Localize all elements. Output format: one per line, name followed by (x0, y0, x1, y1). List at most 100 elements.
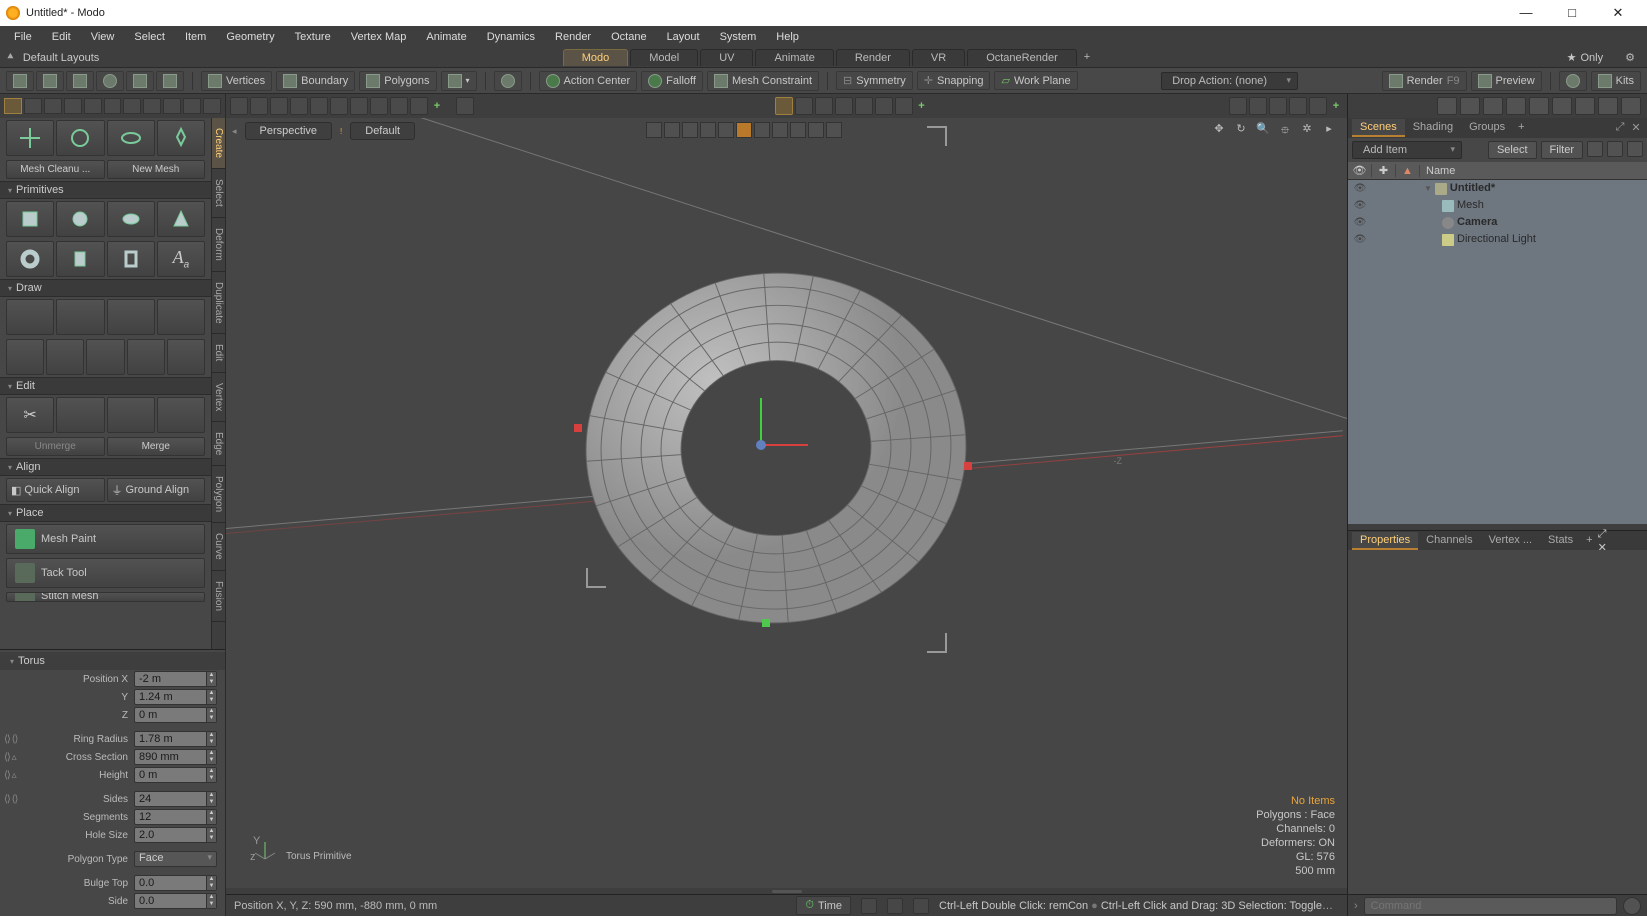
vtab-edit[interactable]: Edit (212, 334, 225, 372)
lh-icon[interactable] (24, 98, 42, 114)
unmerge-button[interactable]: Unmerge (6, 437, 105, 456)
vtab-edge[interactable]: Edge (212, 422, 225, 466)
pin-icon[interactable]: ⯅ (6, 51, 15, 64)
prop-input[interactable]: 1.78 m▲▼ (134, 731, 217, 747)
vp-icon[interactable] (330, 97, 348, 115)
nav-more-icon[interactable]: ▸ (1321, 122, 1337, 138)
grid-icon[interactable] (1607, 141, 1623, 157)
vp-icon[interactable] (310, 97, 328, 115)
vertices-button[interactable]: Vertices (201, 71, 272, 91)
status-icon[interactable] (861, 898, 877, 914)
ri-icon[interactable] (1529, 97, 1549, 115)
lh-icon[interactable] (64, 98, 82, 114)
vtab-vertex[interactable]: Vertex (212, 373, 225, 422)
section-primitives[interactable]: Primitives (0, 181, 211, 199)
vi-icon[interactable] (664, 122, 680, 138)
vtab-deform[interactable]: Deform (212, 218, 225, 272)
tool-center-icon[interactable] (126, 71, 154, 91)
vp-icon[interactable] (230, 97, 248, 115)
ri-icon[interactable] (1575, 97, 1595, 115)
tab-animate[interactable]: Animate (755, 49, 833, 66)
prop-input[interactable]: 0 m▲▼ (134, 707, 217, 723)
edit-delete-icon[interactable] (157, 397, 205, 433)
vtab-curve[interactable]: Curve (212, 523, 225, 571)
lh-icon[interactable] (143, 98, 161, 114)
lh-icon[interactable] (183, 98, 201, 114)
lh-icon[interactable] (203, 98, 221, 114)
transform-move-tool[interactable] (6, 120, 54, 156)
prim-sphere[interactable] (56, 201, 104, 237)
lh-icon[interactable] (163, 98, 181, 114)
viewport-camera-select[interactable]: Perspective (245, 122, 332, 140)
vp-prev-icon[interactable]: ◂ (232, 126, 237, 137)
lh-icon[interactable] (4, 98, 22, 114)
vi-icon[interactable] (826, 122, 842, 138)
transform-scale-tool[interactable] (107, 120, 155, 156)
selection-mode-icon[interactable]: ▾ (441, 71, 477, 91)
vtab-polygon[interactable]: Polygon (212, 466, 225, 523)
tree-row[interactable]: 👁Camera (1348, 214, 1647, 231)
tool-move-icon[interactable] (6, 71, 34, 91)
prop-input[interactable]: 2.0▲▼ (134, 827, 217, 843)
mesh-paint-button[interactable]: Mesh Paint (6, 524, 205, 554)
draw-bezier[interactable] (157, 299, 205, 335)
ground-align-button[interactable]: ⏚Ground Align (107, 478, 206, 502)
menu-dynamics[interactable]: Dynamics (477, 28, 545, 46)
stitch-mesh-button[interactable]: Stitch Mesh (6, 592, 205, 602)
render-button[interactable]: RenderF9 (1382, 71, 1467, 91)
prop-input[interactable]: 24▲▼ (134, 791, 217, 807)
vp-icon[interactable] (290, 97, 308, 115)
nav-focus-icon[interactable]: ⯐ (1277, 122, 1293, 138)
only-toggle[interactable]: ★Only (1559, 51, 1612, 64)
tab-uv[interactable]: UV (700, 49, 753, 66)
prop-dropdown[interactable]: Face (134, 851, 217, 867)
select-button[interactable]: Select (1488, 141, 1537, 159)
lh-icon[interactable] (104, 98, 122, 114)
expand-icon[interactable]: ⤢ (1598, 528, 1607, 541)
menu-system[interactable]: System (710, 28, 767, 46)
tree-row[interactable]: 👁Directional Light (1348, 231, 1647, 248)
vtab-duplicate[interactable]: Duplicate (212, 272, 225, 335)
draw-sketch[interactable] (56, 299, 104, 335)
prop-input[interactable]: 1.24 m▲▼ (134, 689, 217, 705)
vp-opt-icon[interactable] (1229, 97, 1247, 115)
tool-scale-icon[interactable] (66, 71, 94, 91)
ri-icon[interactable] (1598, 97, 1618, 115)
vp-icon[interactable] (390, 97, 408, 115)
tab-render[interactable]: Render (836, 49, 910, 66)
falloff-button[interactable]: Falloff (641, 71, 703, 91)
lh-icon[interactable] (123, 98, 141, 114)
section-place[interactable]: Place (0, 504, 211, 522)
draw-arc[interactable] (6, 339, 44, 375)
nav-zoom-icon[interactable]: 🔍 (1255, 122, 1271, 138)
action-center-button[interactable]: Action Center (539, 71, 638, 91)
vp-icon[interactable] (410, 97, 428, 115)
ri-icon[interactable] (1621, 97, 1641, 115)
preview-button[interactable]: Preview (1471, 71, 1542, 91)
menu-file[interactable]: File (4, 28, 42, 46)
new-mesh-button[interactable]: New Mesh (107, 160, 206, 179)
help-icon[interactable] (1559, 71, 1587, 91)
draw-rect[interactable] (86, 339, 124, 375)
vp-icon[interactable] (350, 97, 368, 115)
draw-ngon[interactable] (167, 339, 205, 375)
vi-icon-active[interactable] (736, 122, 752, 138)
tool-item-icon[interactable] (156, 71, 184, 91)
lh-icon[interactable] (84, 98, 102, 114)
nav-pan-icon[interactable]: ✥ (1211, 122, 1227, 138)
ri-icon[interactable] (1552, 97, 1572, 115)
tab-shading[interactable]: Shading (1405, 119, 1461, 137)
vp-icon[interactable] (250, 97, 268, 115)
filter-button[interactable]: Filter (1541, 141, 1583, 159)
tool-rotate-icon[interactable] (36, 71, 64, 91)
vp-opt-icon[interactable] (1289, 97, 1307, 115)
kits-button[interactable]: Kits (1591, 71, 1641, 91)
vp-icon[interactable] (370, 97, 388, 115)
tab-groups[interactable]: Groups (1461, 119, 1513, 137)
menu-animate[interactable]: Animate (416, 28, 476, 46)
tab-model[interactable]: Model (630, 49, 698, 66)
selection-set-icon[interactable] (494, 71, 522, 91)
tab-vertex[interactable]: Vertex ... (1481, 532, 1540, 550)
vp-opt-icon[interactable] (1269, 97, 1287, 115)
add-item-select[interactable]: Add Item (1352, 141, 1462, 159)
